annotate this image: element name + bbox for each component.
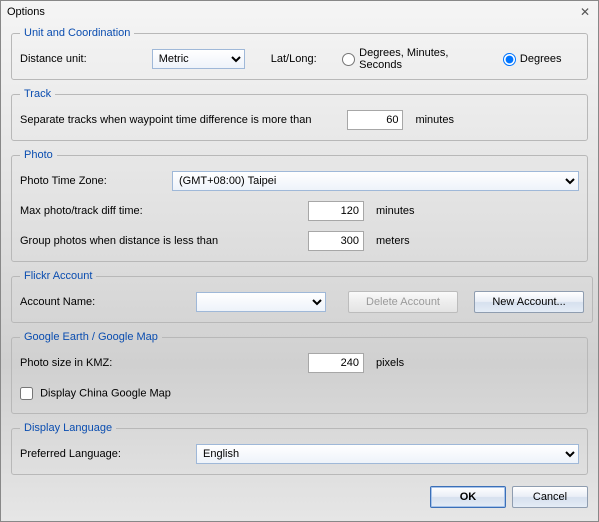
preferred-language-select[interactable]: English: [196, 444, 579, 464]
track-separate-label: Separate tracks when waypoint time diffe…: [20, 114, 311, 126]
dialog-body: Unit and Coordination Distance unit: Met…: [1, 23, 598, 481]
flickr-new-button[interactable]: New Account...: [474, 291, 584, 313]
preferred-language-label: Preferred Language:: [20, 448, 188, 460]
dialog-footer: OK Cancel: [1, 481, 598, 521]
photo-tz-label: Photo Time Zone:: [20, 175, 164, 187]
kmz-size-label: Photo size in KMZ:: [20, 357, 300, 369]
photo-group-unit: meters: [376, 235, 410, 247]
flickr-account-select[interactable]: [196, 292, 326, 312]
flickr-delete-button[interactable]: Delete Account: [348, 291, 458, 313]
group-photo: Photo Photo Time Zone: (GMT+08:00) Taipe…: [11, 149, 588, 262]
latlong-radio-dms[interactable]: Degrees, Minutes, Seconds: [342, 47, 487, 71]
kmz-size-input[interactable]: [308, 353, 364, 373]
track-separate-input[interactable]: [347, 110, 403, 130]
photo-diff-label: Max photo/track diff time:: [20, 205, 300, 217]
group-unit-coordination: Unit and Coordination Distance unit: Met…: [11, 27, 588, 80]
photo-tz-select[interactable]: (GMT+08:00) Taipei: [172, 171, 579, 191]
window-title: Options: [7, 6, 45, 18]
latlong-radio-dms-label: Degrees, Minutes, Seconds: [359, 47, 487, 71]
legend-unit-coordination: Unit and Coordination: [20, 27, 134, 39]
china-map-checkbox[interactable]: Display China Google Map: [20, 387, 171, 400]
latlong-label: Lat/Long:: [271, 53, 317, 65]
group-google-earth-map: Google Earth / Google Map Photo size in …: [11, 331, 588, 414]
photo-diff-input[interactable]: [308, 201, 364, 221]
china-map-checkbox-label: Display China Google Map: [40, 387, 171, 399]
options-dialog: Options ✕ Unit and Coordination Distance…: [0, 0, 599, 522]
photo-group-label: Group photos when distance is less than: [20, 235, 300, 247]
photo-group-input[interactable]: [308, 231, 364, 251]
titlebar: Options ✕: [1, 1, 598, 23]
group-flickr: Flickr Account Account Name: Delete Acco…: [11, 270, 593, 323]
legend-google-earth-map: Google Earth / Google Map: [20, 331, 162, 343]
distance-unit-label: Distance unit:: [20, 53, 144, 65]
latlong-radio-degrees-label: Degrees: [520, 53, 562, 65]
legend-display-language: Display Language: [20, 422, 116, 434]
photo-diff-unit: minutes: [376, 205, 415, 217]
track-separate-unit: minutes: [415, 114, 454, 126]
distance-unit-select[interactable]: Metric: [152, 49, 246, 69]
legend-flickr: Flickr Account: [20, 270, 96, 282]
kmz-size-unit: pixels: [376, 357, 404, 369]
close-icon[interactable]: ✕: [578, 5, 592, 19]
ok-button[interactable]: OK: [430, 486, 506, 508]
group-display-language: Display Language Preferred Language: Eng…: [11, 422, 588, 475]
flickr-account-label: Account Name:: [20, 296, 188, 308]
cancel-button[interactable]: Cancel: [512, 486, 588, 508]
group-track: Track Separate tracks when waypoint time…: [11, 88, 588, 141]
legend-track: Track: [20, 88, 55, 100]
latlong-radio-degrees[interactable]: Degrees: [503, 53, 562, 66]
legend-photo: Photo: [20, 149, 57, 161]
